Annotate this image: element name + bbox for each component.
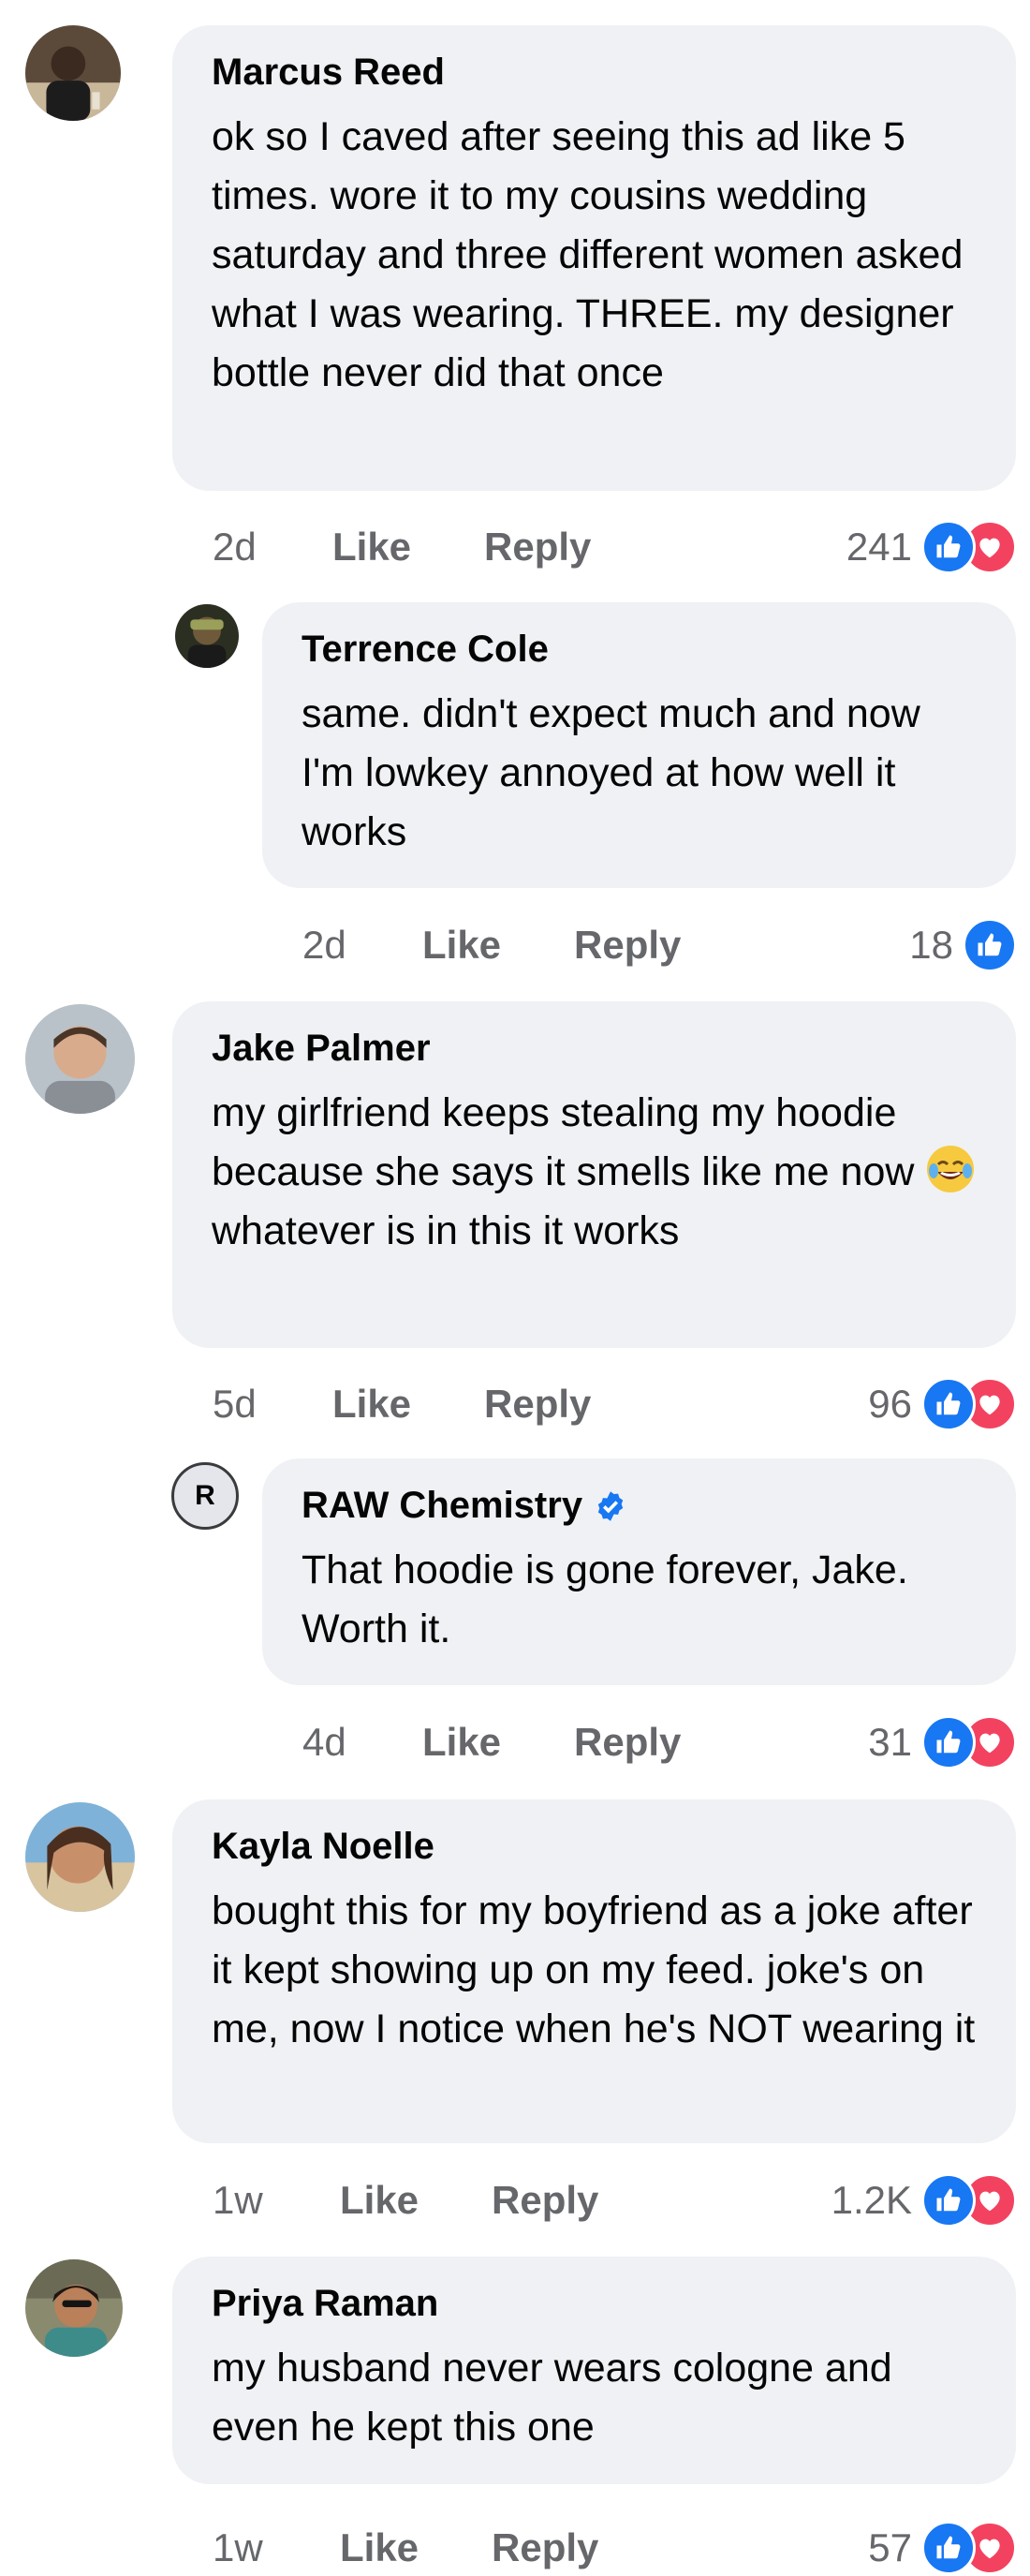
avatar[interactable] [25, 1802, 135, 1912]
like-button[interactable]: Like [422, 923, 574, 968]
reply-button[interactable]: Reply [492, 2525, 598, 2570]
like-icon [921, 1715, 976, 1769]
comment-bubble: Jake Palmer my girlfriend keeps stealing… [172, 1001, 1016, 1348]
reaction-count: 31 [868, 1720, 912, 1764]
comment-text: my husband never wears cologne and even … [212, 2346, 892, 2450]
reaction-count: 57 [868, 2525, 912, 2569]
reaction-summary[interactable]: 96 [868, 1376, 1017, 1432]
reaction-count: 1.2K [831, 2178, 912, 2222]
reaction-summary[interactable]: 57 [868, 2520, 1017, 2576]
comment-text: same. didn't expect much and now I'm low… [302, 691, 920, 854]
comment-actions: 2d Like Reply [302, 917, 681, 973]
comment-author[interactable]: Priya Raman [212, 2281, 980, 2326]
comment-actions: 1w Like Reply [213, 2172, 598, 2228]
comment-bubble: Kayla Noelle bought this for my boyfrien… [172, 1799, 1016, 2143]
comment-author[interactable]: Marcus Reed [212, 50, 980, 95]
page-avatar[interactable]: R [171, 1462, 239, 1530]
reaction-summary[interactable]: 18 [909, 917, 1017, 973]
like-button[interactable]: Like [422, 1720, 574, 1765]
reaction-count: 96 [868, 1382, 912, 1426]
like-button[interactable]: Like [332, 525, 484, 570]
timestamp[interactable]: 2d [302, 923, 422, 968]
reaction-count: 241 [846, 525, 912, 569]
comment-bubble: Priya Raman my husband never wears colog… [172, 2257, 1016, 2484]
comment-actions: 5d Like Reply [213, 1376, 591, 1432]
comment-author[interactable]: RAW Chemistry [302, 1483, 980, 1528]
comment-bubble: Marcus Reed ok so I caved after seeing t… [172, 25, 1016, 491]
timestamp[interactable]: 2d [213, 525, 332, 570]
timestamp[interactable]: 4d [302, 1720, 422, 1765]
timestamp[interactable]: 5d [213, 1382, 332, 1427]
comment-actions: 2d Like Reply [213, 519, 591, 575]
reaction-count: 18 [909, 923, 953, 967]
reply-button[interactable]: Reply [484, 1382, 591, 1427]
reply-button[interactable]: Reply [574, 1720, 681, 1765]
comment-text: That hoodie is gone forever, Jake. Worth… [302, 1547, 908, 1651]
like-icon [921, 2173, 976, 2228]
avatar[interactable] [175, 604, 239, 668]
like-button[interactable]: Like [340, 2178, 492, 2223]
face-with-tears-of-joy-icon [925, 1144, 976, 1194]
avatar[interactable] [25, 2259, 123, 2357]
comment-author[interactable]: Jake Palmer [212, 1026, 980, 1071]
comment-text: ok so I caved after seeing this ad like … [212, 114, 964, 395]
timestamp[interactable]: 1w [213, 2525, 340, 2570]
like-button[interactable]: Like [340, 2525, 492, 2570]
comment-text: my girlfriend keeps stealing my hoodie b… [212, 1084, 980, 1261]
comment-actions: 1w Like Reply [213, 2520, 598, 2576]
reply-button[interactable]: Reply [492, 2178, 598, 2223]
reaction-summary[interactable]: 1.2K [831, 2172, 1017, 2228]
reaction-summary[interactable]: 31 [868, 1714, 1017, 1770]
avatar[interactable] [25, 1004, 135, 1114]
like-button[interactable]: Like [332, 1382, 484, 1427]
avatar[interactable] [25, 25, 121, 121]
timestamp[interactable]: 1w [213, 2178, 340, 2223]
like-icon [963, 918, 1017, 972]
reply-button[interactable]: Reply [484, 525, 591, 570]
like-icon [921, 520, 976, 574]
comment-author[interactable]: Kayla Noelle [212, 1824, 980, 1869]
comment-bubble: RAW Chemistry That hoodie is gone foreve… [262, 1458, 1016, 1685]
reaction-summary[interactable]: 241 [846, 519, 1017, 575]
like-icon [921, 2521, 976, 2575]
verified-badge-icon [594, 1488, 627, 1522]
comment-author[interactable]: Terrence Cole [302, 627, 980, 672]
reply-button[interactable]: Reply [574, 923, 681, 968]
comment-actions: 4d Like Reply [302, 1714, 681, 1770]
comment-text: bought this for my boyfriend as a joke a… [212, 1888, 976, 2051]
like-icon [921, 1377, 976, 1431]
comment-bubble: Terrence Cole same. didn't expect much a… [262, 602, 1016, 888]
